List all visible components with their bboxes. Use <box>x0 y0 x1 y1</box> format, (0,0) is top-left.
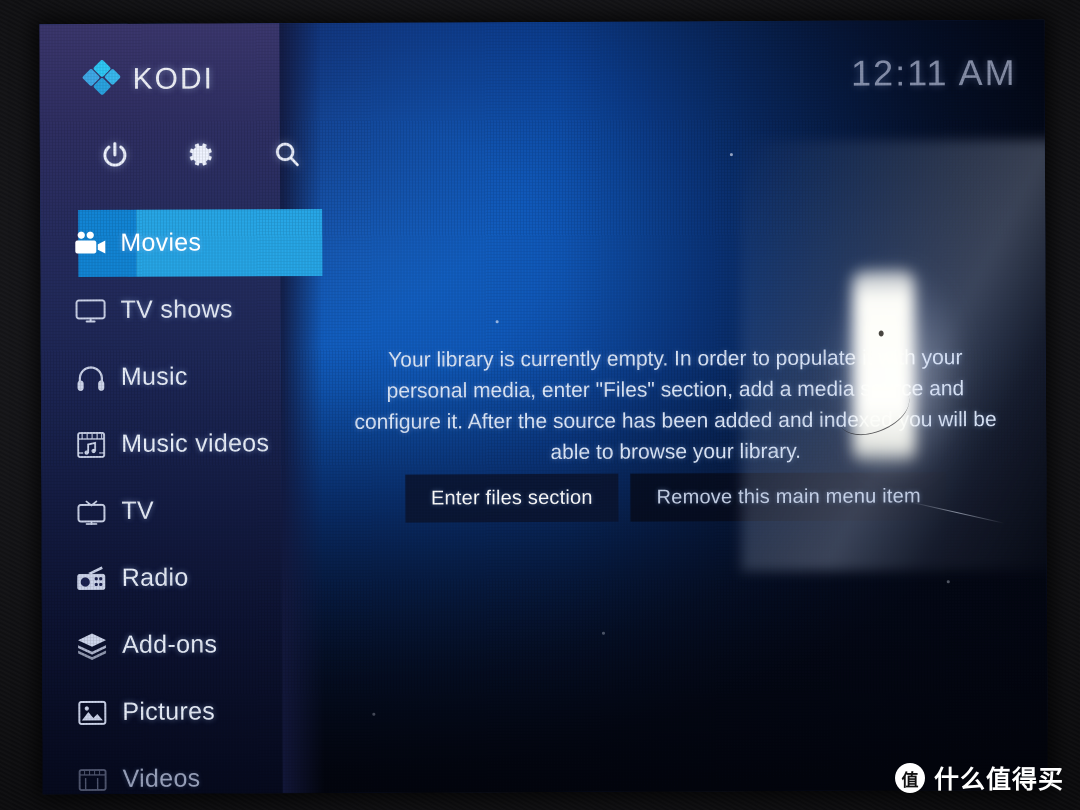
headphones-icon <box>61 362 121 392</box>
sidebar-item-label: TV shows <box>120 295 233 324</box>
top-action-bar <box>96 135 306 174</box>
sidebar-item-label: Music videos <box>121 429 270 458</box>
power-icon[interactable] <box>96 136 134 174</box>
sidebar-item-movies[interactable]: Movies <box>40 208 323 278</box>
enter-files-section-button[interactable]: Enter files section <box>404 473 619 523</box>
sidebar-item-tv[interactable]: TV <box>41 477 323 545</box>
app-title: KODI <box>132 62 214 96</box>
empty-library-message: Your library is currently empty. In orde… <box>354 346 997 465</box>
main-content: 12:11 AM Your library is currently empty… <box>321 20 1047 793</box>
sidebar-item-label: Radio <box>121 563 189 592</box>
gear-icon[interactable] <box>182 135 220 173</box>
sidebar-item-label: Pictures <box>122 697 216 726</box>
watermark: 值 什么值得买 <box>894 760 1064 796</box>
sidebar-item-radio[interactable]: Radio <box>42 544 324 612</box>
film-note-icon <box>61 429 121 459</box>
main-menu: Movies TV shows Music Music videos TV Ra… <box>40 208 325 794</box>
sidebar-item-label: Movies <box>120 228 202 257</box>
remove-main-menu-item-button[interactable]: Remove this main menu item <box>630 472 947 522</box>
app-logo: KODI <box>81 59 214 98</box>
sidebar-item-music[interactable]: Music <box>41 343 323 411</box>
sidebar-item-music-videos[interactable]: Music videos <box>41 410 323 478</box>
radio-icon <box>62 563 122 593</box>
kodi-diamond-logo-icon <box>81 59 122 98</box>
kodi-screen: KODI Movies TV shows Music Music videos … <box>39 19 1048 795</box>
sidebar-item-add-ons[interactable]: Add-ons <box>42 611 324 679</box>
sidebar-item-label: Videos <box>122 764 201 793</box>
search-icon[interactable] <box>268 135 306 173</box>
watermark-text: 什么值得买 <box>933 765 1064 794</box>
television-icon <box>61 496 121 526</box>
sidebar-item-label: Add-ons <box>121 630 218 659</box>
sidebar-item-tv-shows[interactable]: TV shows <box>40 276 322 344</box>
picture-frame-icon <box>62 698 122 726</box>
sidebar-item-videos[interactable]: Videos <box>42 745 324 794</box>
movie-camera-icon <box>60 230 120 256</box>
sidebar-item-pictures[interactable]: Pictures <box>42 678 324 746</box>
watermark-badge-icon: 值 <box>894 763 925 793</box>
sidebar-item-label: TV <box>121 496 155 525</box>
layers-box-icon <box>62 630 122 660</box>
monitor-icon <box>61 296 121 324</box>
clock: 12:11 AM <box>851 51 1017 94</box>
monitor-photo: KODI Movies TV shows Music Music videos … <box>0 0 1080 810</box>
film-strip-icon <box>63 766 123 792</box>
action-buttons: Enter files section Remove this main men… <box>323 472 1028 523</box>
sidebar-item-label: Music <box>120 362 188 391</box>
